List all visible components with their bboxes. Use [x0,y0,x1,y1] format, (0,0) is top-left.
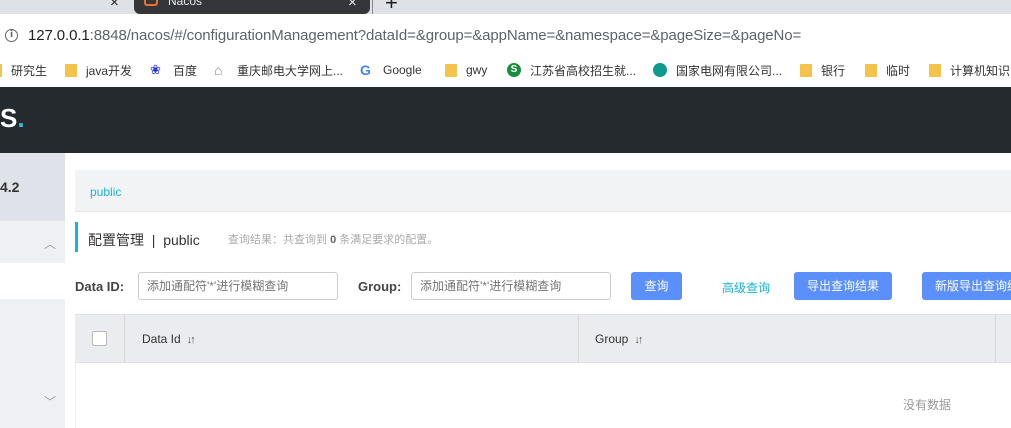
page-title-text: 配置管理 [88,232,144,248]
select-all-checkbox[interactable] [92,331,107,346]
bookmark-gwy[interactable]: gwy [445,61,487,79]
baidu-paw-icon: ❀ [150,62,161,77]
folder-icon [0,63,2,77]
folder-icon [929,63,941,77]
site-info-icon[interactable]: i [5,29,18,42]
tab-title: Nacos [168,0,203,8]
url-path: :8848/nacos/#/configurationManagement?da… [89,27,802,44]
tab-divider [372,0,373,14]
dataid-label: Data ID: [75,279,125,294]
bookmark-label: 临时 [886,63,911,78]
page-title-row: 配置管理 | public 查询结果：共查询到 0 条满足要求的配置。 [75,222,1011,252]
bookmark-label: 百度 [173,63,198,78]
version-block: 4.2 [0,153,65,221]
new-tab-icon[interactable]: + [385,0,398,14]
s-logo-icon: S [507,63,521,77]
nacos-favicon-icon [144,0,158,6]
group-label: Group: [358,279,402,294]
bookmark-label: 国家电网有限公司... [676,63,783,78]
column-title: Data Id [142,332,181,346]
bookmark-bank[interactable]: 银行 [800,61,845,79]
column-divider [995,315,996,363]
bookmark-label: gwy [466,63,488,77]
bookmark-label: 银行 [821,63,846,78]
advanced-query-link[interactable]: 高级查询 [722,279,770,296]
google-icon: G [360,62,371,78]
bookmark-sgcc[interactable]: 国家电网有限公司... [653,61,782,79]
address-bar[interactable]: i 127.0.0.1:8848/nacos/#/configurationMa… [0,14,1011,52]
bookmark-label: 计算机知识 [950,63,1011,78]
query-button[interactable]: 查询 [631,272,682,300]
logo-dot: . [17,103,25,133]
bookmark-jiangsu[interactable]: S 江苏省高校招生就... [507,61,636,79]
config-table-body: 没有数据 [75,363,1011,428]
group-input[interactable] [411,272,611,300]
new-export-results-button[interactable]: 新版导出查询结 [922,272,1011,300]
namespace-bar: public [75,170,1011,212]
dataid-input[interactable] [138,272,338,300]
title-separator: | [151,232,156,248]
version-label: 4.2 [0,179,20,195]
bookmark-label: Google [383,63,422,77]
sort-icon[interactable]: ↓↑ [187,334,196,346]
empty-table-message: 没有数据 [903,398,952,412]
browser-tab-strip: × Nacos × + [0,0,1011,14]
bookmark-label: java开发 [86,63,133,78]
query-result-summary: 查询结果：共查询到 0 条满足要求的配置。 [228,231,438,247]
bookmark-label: 江苏省高校招生就... [530,63,637,78]
search-form: Data ID: Group: 查询 高级查询 导出查询结果 新版导出查询结 [75,272,1011,300]
folder-icon [800,63,812,77]
bookmark-linshi[interactable]: 临时 [865,61,910,79]
column-divider [578,315,579,363]
result-prefix: 查询结果：共查询到 [228,234,327,246]
folder-icon [865,63,877,77]
url-host: 127.0.0.1 [28,27,90,44]
title-namespace: public [163,232,200,248]
config-table-header: Data Id ↓↑ Group ↓↑ [75,314,1011,363]
bookmark-label: 重庆邮电大学网上... [237,63,344,78]
result-count: 0 [330,234,337,246]
column-title: Group [595,332,629,346]
title-accent-bar [75,222,78,252]
bookmark-cqupt[interactable]: ⌂ 重庆邮电大学网上... [214,61,343,79]
bookmark-cs[interactable]: 计算机知识 [929,61,1010,79]
sidebar-item-active[interactable] [0,263,65,299]
page-title: 配置管理 | public [88,230,200,250]
column-header-group[interactable]: Group ↓↑ [595,332,643,346]
app-header: S. [0,87,1011,153]
result-suffix: 条满足要求的配置。 [339,234,439,246]
export-results-button[interactable]: 导出查询结果 [794,272,892,300]
chevron-down-icon[interactable]: ﹀ [44,393,56,410]
bookmark-label: 研究生 [11,63,48,78]
house-icon: ⌂ [214,62,223,78]
close-tab-icon[interactable]: × [110,0,119,10]
globe-icon [653,63,667,77]
sidebar: 4.2 ︿ ﹀ [0,153,65,428]
close-tab-icon[interactable]: × [348,0,357,10]
namespace-public-link[interactable]: public [90,185,121,199]
chevron-up-icon[interactable]: ︿ [44,235,56,252]
url-text[interactable]: 127.0.0.1:8848/nacos/#/configurationMana… [28,27,801,44]
bookmark-google[interactable]: G Google [360,61,422,79]
browser-tab-nacos[interactable]: Nacos × [134,0,370,14]
folder-icon [65,63,77,77]
column-header-dataid[interactable]: Data Id ↓↑ [142,332,196,346]
bookmark-baidu[interactable]: ❀ 百度 [150,61,197,79]
bookmark-java[interactable]: java开发 [65,61,132,79]
column-divider [124,315,125,363]
nacos-logo[interactable]: S. [0,103,25,133]
bookmarks-bar: 研究生 java开发 ❀ 百度 ⌂ 重庆邮电大学网上... G Google gwy … [0,52,1011,87]
folder-icon [445,63,457,77]
logo-letters: S [0,103,18,133]
bookmark-yanjiusheng[interactable]: 研究生 [0,61,47,79]
sort-icon[interactable]: ↓↑ [634,334,643,346]
